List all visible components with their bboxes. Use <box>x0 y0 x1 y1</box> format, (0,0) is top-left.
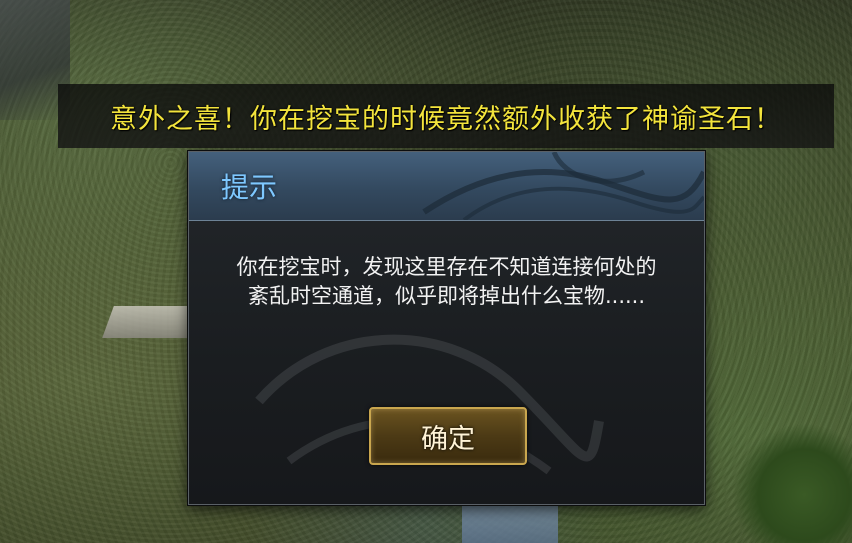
dialog-header: 提示 <box>189 152 704 221</box>
dialog-body: 你在挖宝时，发现这里存在不知道连接何处的紊乱时空通道，似乎即将掉出什么宝物...… <box>189 221 704 504</box>
reward-banner-text: 意外之喜！你在挖宝的时候竟然额外收获了神谕圣石！ <box>110 103 782 135</box>
dialog-message: 你在挖宝时，发现这里存在不知道连接何处的紊乱时空通道，似乎即将掉出什么宝物...… <box>236 255 657 308</box>
confirm-button-label: 确定 <box>421 423 475 455</box>
dialog-title: 提示 <box>221 171 278 204</box>
tree-decoration <box>732 423 852 543</box>
hint-dialog: 提示 你在挖宝时，发现这里存在不知道连接何处的紊乱时空通道，似乎即将掉出什么宝物… <box>188 151 705 505</box>
confirm-button[interactable]: 确定 <box>369 407 527 465</box>
header-ornament-icon <box>422 152 704 220</box>
cloth-decoration <box>102 306 199 338</box>
stream-decoration <box>462 500 558 543</box>
body-ornament-icon <box>255 334 604 475</box>
game-scene: 意外之喜！你在挖宝的时候竟然额外收获了神谕圣石！ 提示 你在挖宝时，发现这里存在… <box>0 0 852 543</box>
reward-banner: 意外之喜！你在挖宝的时候竟然额外收获了神谕圣石！ <box>58 84 834 148</box>
